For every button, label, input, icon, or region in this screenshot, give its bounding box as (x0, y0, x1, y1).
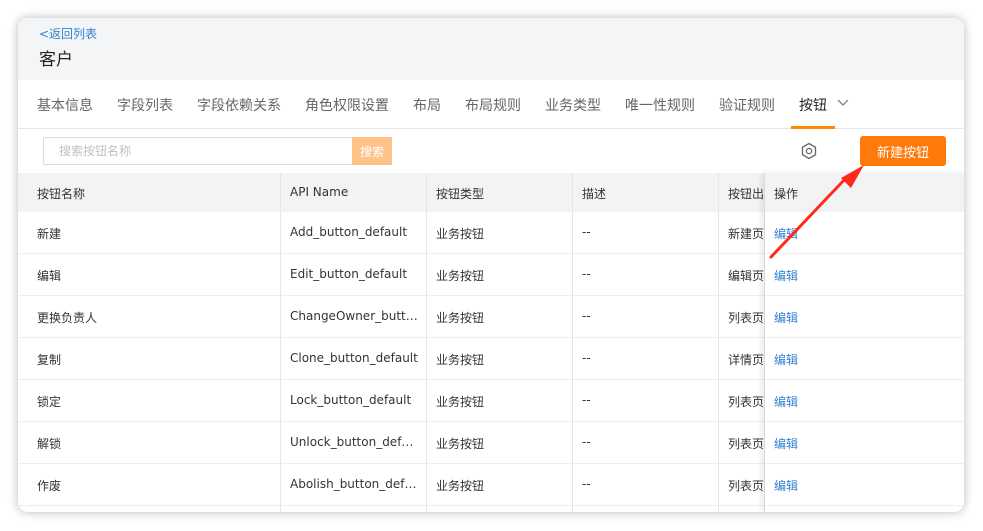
edit-link[interactable]: 编辑 (774, 267, 798, 284)
tab-role-permissions[interactable]: 角色权限设置 (305, 95, 389, 115)
cell-button-name: 解锁 (37, 437, 62, 451)
table-row: 编辑 Edit_button_default 业务按钮 -- 编辑页 编辑 (18, 254, 964, 296)
search-box (43, 137, 353, 165)
table-row: 更换负责人 ChangeOwner_butto… 业务按钮 -- 列表页 编辑 (18, 296, 964, 338)
cell-api-name: Add_button_default (290, 225, 408, 239)
table-header: 按钮名称 API Name 按钮类型 描述 按钮出 操作 (18, 173, 964, 212)
column-header-actions: 操作 (774, 187, 799, 201)
new-button-button[interactable]: 新建按钮 (860, 136, 946, 166)
cell-button-type: 业务按钮 (436, 311, 485, 325)
cell-description: -- (582, 393, 591, 407)
toolbar: 搜索 新建按钮 (18, 129, 964, 173)
search-input[interactable] (44, 138, 352, 164)
tab-business-type[interactable]: 业务类型 (545, 95, 601, 115)
column-divider (572, 173, 573, 512)
cell-button-name: 作废 (37, 479, 62, 493)
cell-button-location: 编辑页 (728, 269, 765, 283)
tab-field-dependency[interactable]: 字段依赖关系 (197, 95, 281, 115)
column-header-button-name[interactable]: 按钮名称 (37, 185, 85, 202)
cell-description: -- (582, 309, 591, 323)
back-to-list-link[interactable]: <返回列表 (39, 25, 97, 42)
cell-description: -- (582, 225, 591, 239)
tab-buttons[interactable]: 按钮 (799, 95, 827, 115)
cell-button-name: 新建 (37, 227, 62, 241)
cell-button-location: 列表页 (728, 395, 765, 409)
tab-field-list[interactable]: 字段列表 (117, 95, 173, 115)
column-divider (426, 173, 427, 512)
chevron-down-icon[interactable] (836, 96, 850, 110)
edit-link[interactable]: 编辑 (774, 225, 798, 242)
cell-button-location: 新建页 (728, 227, 765, 241)
cell-api-name: Abolish_button_default (290, 477, 420, 491)
cell-description: -- (582, 351, 591, 365)
search-button[interactable]: 搜索 (352, 137, 392, 165)
cell-button-type: 业务按钮 (436, 353, 485, 367)
sticky-column-divider (764, 173, 765, 512)
tab-basic-info[interactable]: 基本信息 (37, 95, 93, 115)
buttons-table: 按钮名称 API Name 按钮类型 描述 按钮出 操作 新建 Add_butto… (18, 173, 964, 512)
cell-button-name: 更换负责人 (37, 311, 98, 325)
cell-api-name: ChangeOwner_butto… (290, 309, 420, 323)
edit-link[interactable]: 编辑 (774, 393, 798, 410)
cell-button-type: 业务按钮 (436, 437, 485, 451)
column-divider (718, 173, 719, 512)
column-divider (280, 173, 281, 512)
cell-api-name: Clone_button_default (290, 351, 418, 365)
cell-button-type: 业务按钮 (436, 395, 485, 409)
settings-icon[interactable] (799, 141, 819, 161)
table-row: 复制 Clone_button_default 业务按钮 -- 详情页 编辑 (18, 338, 964, 380)
edit-link[interactable]: 编辑 (774, 309, 798, 326)
cell-button-name: 编辑 (37, 269, 62, 283)
cell-api-name: Unlock_button_default (290, 435, 420, 449)
cell-button-location: 列表页 (728, 437, 765, 451)
table-row: 作废 Abolish_button_default 业务按钮 -- 列表页 编辑 (18, 464, 964, 506)
cell-description: -- (582, 477, 591, 491)
tab-bar: 基本信息 字段列表 字段依赖关系 角色权限设置 布局 布局规则 业务类型 唯一性… (18, 80, 964, 129)
cell-button-location: 列表页 (728, 311, 765, 325)
page-header: <返回列表 客户 (18, 18, 964, 80)
cell-button-name: 复制 (37, 353, 62, 367)
cell-button-location: 列表页 (728, 479, 765, 493)
tab-uniqueness-rules[interactable]: 唯一性规则 (625, 95, 695, 115)
edit-link[interactable]: 编辑 (774, 477, 798, 494)
cell-api-name: Lock_button_default (290, 393, 412, 407)
cell-description: -- (582, 267, 591, 281)
column-header-description[interactable]: 描述 (582, 185, 606, 202)
cell-button-type: 业务按钮 (436, 269, 485, 283)
column-header-button-type[interactable]: 按钮类型 (436, 185, 484, 202)
cell-button-name: 锁定 (37, 395, 62, 409)
tab-layout[interactable]: 布局 (413, 95, 441, 115)
cell-button-type: 业务按钮 (436, 227, 485, 241)
cell-api-name: Edit_button_default (290, 267, 408, 281)
column-header-api-name[interactable]: API Name (290, 185, 348, 199)
table-row: 锁定 Lock_button_default 业务按钮 -- 列表页 编辑 (18, 380, 964, 422)
page-title: 客户 (39, 50, 73, 70)
table-row: 解锁 Unlock_button_default 业务按钮 -- 列表页 编辑 (18, 422, 964, 464)
tab-validation-rules[interactable]: 验证规则 (719, 95, 775, 115)
cell-description: -- (582, 435, 591, 449)
tab-layout-rules[interactable]: 布局规则 (465, 95, 521, 115)
cell-button-location: 详情页 (728, 353, 765, 367)
edit-link[interactable]: 编辑 (774, 435, 798, 452)
edit-link[interactable]: 编辑 (774, 351, 798, 368)
column-header-button-location[interactable]: 按钮出 (728, 185, 764, 202)
app-window: <返回列表 客户 基本信息 字段列表 字段依赖关系 角色权限设置 布局 布局规则… (18, 18, 964, 512)
table-row: 新建 Add_button_default 业务按钮 -- 新建页 编辑 (18, 212, 964, 254)
cell-button-type: 业务按钮 (436, 479, 485, 493)
